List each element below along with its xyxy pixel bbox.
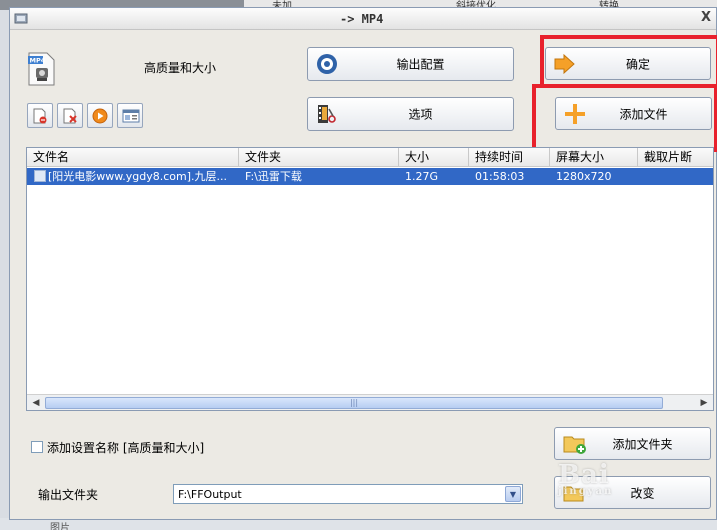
watermark-subtext: jingyan	[558, 486, 614, 497]
title-bar: -> MP4 X	[10, 8, 716, 30]
add-folder-button[interactable]: 添加文件夹	[554, 427, 711, 460]
remove-file-button[interactable]	[27, 103, 53, 128]
output-folder-select[interactable]: F:\FFOutput ▼	[173, 484, 523, 504]
play-button[interactable]	[87, 103, 113, 128]
close-button[interactable]: X	[699, 11, 713, 25]
output-config-label: 输出配置	[396, 57, 445, 72]
column-header-size[interactable]: 大小	[399, 148, 469, 167]
scrollbar-grip: |||	[349, 398, 359, 407]
cell-folder: F:\迅雷下载	[245, 170, 302, 183]
cell-screen-size: 1280x720	[556, 170, 612, 183]
baidu-watermark: Bai jingyan	[558, 460, 613, 497]
cell-duration: 01:58:03	[475, 170, 525, 183]
clear-list-button[interactable]	[57, 103, 83, 128]
highlight-box-confirm	[540, 35, 717, 88]
cell-filename: [阳光电影www.ygdy8.com].九层...	[48, 170, 228, 183]
file-list-table[interactable]: 文件名 文件夹 大小 持续时间 屏幕大小 截取片断 [阳光电影www.ygdy8…	[26, 147, 714, 411]
column-header-clip[interactable]: 截取片断	[638, 148, 713, 167]
horizontal-scrollbar[interactable]: ◀ ||| ▶	[27, 394, 713, 410]
add-setting-name-label: 添加设置名称 [高质量和大小]	[47, 441, 205, 455]
media-info-button[interactable]	[117, 103, 143, 128]
cell-size: 1.27G	[405, 170, 439, 183]
background-footer-label: 图片	[50, 523, 70, 530]
chevron-down-icon[interactable]: ▼	[505, 486, 521, 502]
remove-file-icon	[33, 108, 47, 124]
output-folder-value: F:\FFOutput	[178, 488, 242, 501]
column-header-duration[interactable]: 持续时间	[469, 148, 550, 167]
options-button[interactable]: 选项	[307, 97, 514, 131]
column-header-folder[interactable]: 文件夹	[239, 148, 399, 167]
table-row[interactable]: [阳光电影www.ygdy8.com].九层... F:\迅雷下载 1.27G …	[27, 168, 713, 185]
play-icon	[92, 108, 108, 124]
window-title: -> MP4	[340, 12, 384, 26]
options-label: 选项	[408, 107, 433, 122]
scroll-left-arrow-icon[interactable]: ◀	[28, 396, 44, 410]
add-folder-label: 添加文件夹	[612, 437, 673, 451]
cell-clip	[638, 168, 713, 185]
app-icon	[14, 13, 28, 24]
mp4-format-icon: MP4	[28, 52, 55, 86]
convert-dialog: -> MP4 X MP4 高质量和大小 输出配置 选项 确定 添加文件 文件名 …	[9, 7, 717, 520]
scroll-right-arrow-icon[interactable]: ▶	[696, 396, 712, 410]
table-header: 文件名 文件夹 大小 持续时间 屏幕大小 截取片断	[27, 148, 713, 167]
profile-name: 高质量和大小	[144, 61, 217, 75]
delete-file-icon	[63, 108, 77, 124]
info-window-icon	[122, 109, 140, 123]
highlight-box-add-file	[532, 84, 717, 152]
column-header-filename[interactable]: 文件名	[27, 148, 239, 167]
column-header-screen-size[interactable]: 屏幕大小	[550, 148, 638, 167]
add-setting-name-checkbox[interactable]	[31, 441, 43, 453]
mp4-icon-text: MP4	[30, 57, 46, 65]
scrollbar-thumb[interactable]: |||	[45, 397, 663, 409]
output-config-button[interactable]: 输出配置	[307, 47, 514, 81]
output-folder-label: 输出文件夹	[38, 488, 99, 502]
